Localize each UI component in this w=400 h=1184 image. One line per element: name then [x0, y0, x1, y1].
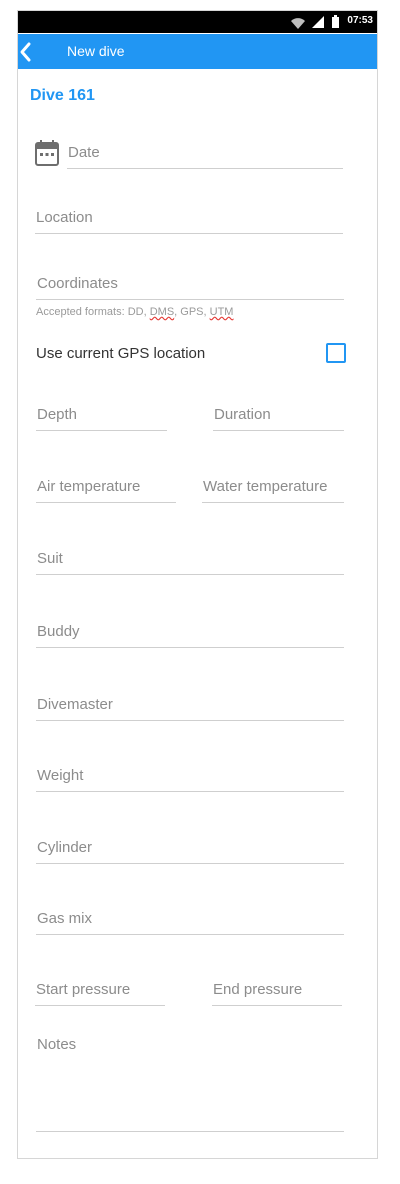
date-field[interactable]: Date — [67, 135, 343, 169]
weight-label: Weight — [37, 767, 84, 784]
air-temperature-label: Air temperature — [37, 478, 141, 495]
suit-label: Suit — [37, 550, 63, 567]
battery-icon — [332, 15, 339, 28]
duration-label: Duration — [214, 406, 271, 423]
end-pressure-label: End pressure — [213, 981, 303, 998]
cylinder-field[interactable]: Cylinder — [36, 830, 344, 864]
location-field[interactable]: Location — [35, 200, 343, 234]
date-label: Date — [68, 144, 100, 161]
buddy-label: Buddy — [37, 623, 80, 640]
gas-mix-field[interactable]: Gas mix — [36, 901, 344, 935]
coordinates-label: Coordinates — [37, 275, 118, 292]
use-gps-label: Use current GPS location — [36, 345, 206, 362]
air-temperature-field[interactable]: Air temperature — [36, 469, 176, 503]
depth-label: Depth — [37, 406, 78, 423]
water-temperature-label: Water temperature — [203, 478, 328, 495]
start-pressure-label: Start pressure — [36, 981, 131, 998]
use-gps-checkbox[interactable] — [326, 343, 346, 363]
notes-field[interactable]: Notes — [36, 1035, 344, 1132]
notes-label: Notes — [37, 1036, 77, 1053]
calendar-icon[interactable] — [35, 140, 59, 166]
gas-mix-label: Gas mix — [37, 910, 93, 927]
status-time: 07:53 — [347, 15, 373, 26]
status-bar: 07:53 — [18, 11, 377, 33]
divemaster-field[interactable]: Divemaster — [36, 687, 344, 721]
weight-field[interactable]: Weight — [36, 758, 344, 792]
buddy-field[interactable]: Buddy — [36, 614, 344, 648]
duration-field[interactable]: Duration — [213, 397, 344, 431]
location-label: Location — [36, 209, 93, 226]
divemaster-label: Divemaster — [37, 696, 113, 713]
coordinates-helper-text: Accepted formats: DD, DMS, GPS, UTM — [36, 306, 234, 318]
dive-title: Dive 161 — [30, 87, 95, 104]
water-temperature-field[interactable]: Water temperature — [202, 469, 344, 503]
coordinates-field[interactable]: Coordinates — [36, 266, 344, 300]
depth-field[interactable]: Depth — [36, 397, 167, 431]
phone-frame: 07:53 New dive Dive 161 Date Location Co… — [17, 10, 378, 1159]
cylinder-label: Cylinder — [37, 839, 93, 856]
chevron-left-icon[interactable] — [18, 38, 40, 66]
app-bar: New dive — [18, 34, 377, 69]
suit-field[interactable]: Suit — [36, 541, 344, 575]
end-pressure-field[interactable]: End pressure — [212, 972, 342, 1006]
app-bar-title: New dive — [67, 43, 125, 59]
start-pressure-field[interactable]: Start pressure — [35, 972, 165, 1006]
signal-icon — [312, 16, 324, 28]
wifi-icon — [291, 18, 305, 29]
